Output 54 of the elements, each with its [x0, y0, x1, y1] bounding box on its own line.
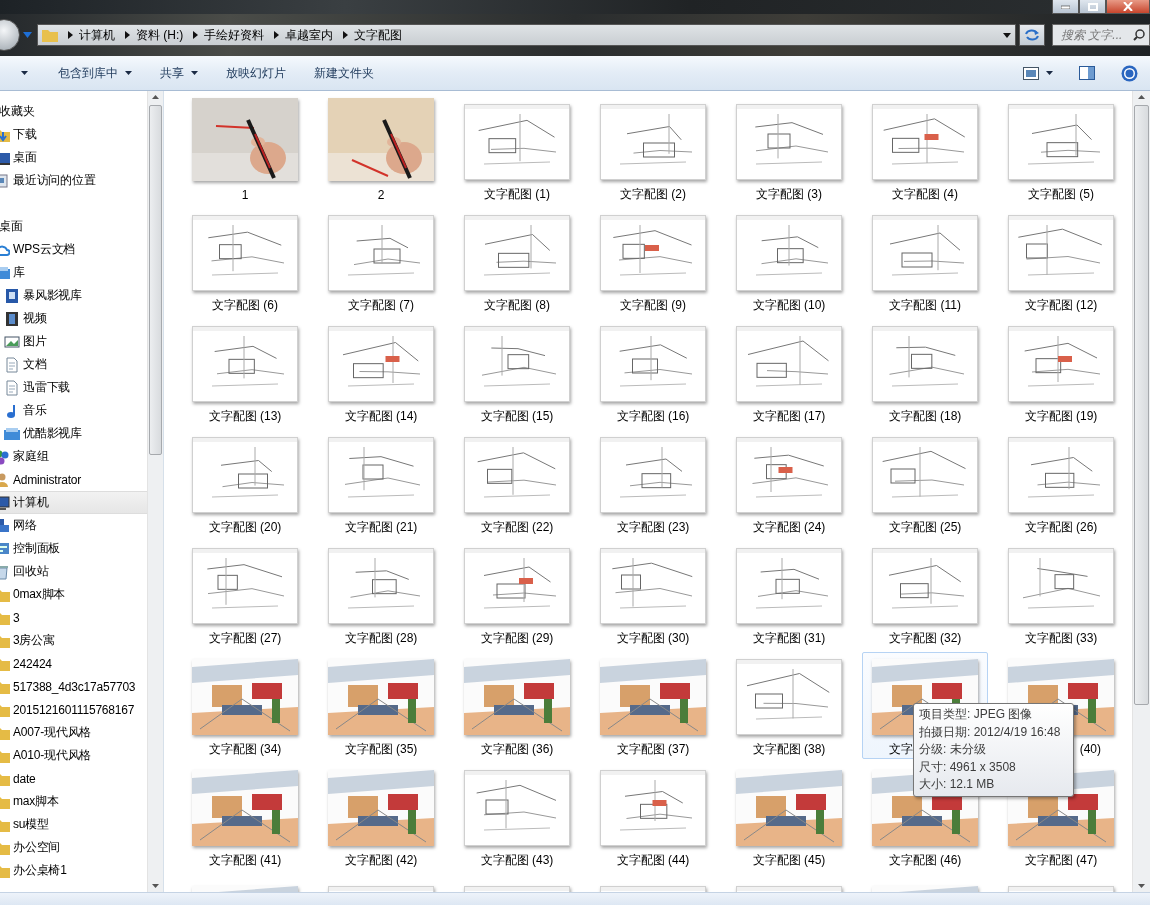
tooltip-line: 拍摄日期: 2012/4/19 16:48: [919, 723, 1062, 741]
file-name: 文字配图 (27): [208, 631, 282, 645]
file-name: 文字配图 (31): [752, 631, 826, 645]
file-name: 文字配图 (9): [620, 298, 686, 312]
file-name: 文字配图 (28): [344, 631, 418, 645]
file-name: 2: [377, 188, 385, 202]
file-name: 文字配图 (42): [344, 853, 418, 867]
file-name: 文字配图 (45): [752, 853, 826, 867]
file-name: 文字配图 (11): [889, 298, 961, 312]
file-name: 文字配图 (32): [888, 631, 962, 645]
tooltip-line: 分级: 未分级: [919, 741, 987, 758]
file-name: 文字配图 (41): [208, 853, 282, 867]
file-name: 文字配图 (8): [484, 298, 550, 312]
file-name: 文字配图 (47): [1024, 853, 1098, 867]
file-name: 文字配图 (1): [484, 187, 550, 201]
file-name: 文字配图 (33): [1024, 631, 1098, 645]
file-name: 文字配图 (14): [344, 409, 418, 423]
file-name: 文字配图 (12): [1024, 298, 1098, 312]
file-name: 文字配图 (24): [752, 520, 826, 534]
file-name: 文字配图 (3): [756, 187, 822, 201]
file-name: 文字配图 (13): [208, 409, 282, 423]
file-name: 文字配图 (37): [616, 742, 690, 756]
file-name: 文字配图 (10): [752, 298, 826, 312]
file-name: 文字配图 (21): [344, 520, 418, 534]
file-name: 文字配图 (25): [888, 520, 962, 534]
file-name: 文字配图 (6): [212, 298, 278, 312]
file-name: 文字配图 (36): [480, 742, 554, 756]
file-name: 文字配图 (5): [1028, 187, 1094, 201]
tooltip-line: 项目类型: JPEG 图像: [919, 706, 1034, 723]
file-name: 文字配图 (26): [1024, 520, 1098, 534]
tooltip-line: 尺寸: 4961 x 3508: [919, 758, 1017, 776]
file-name: 文字配图 (20): [208, 520, 282, 534]
file-name: 文字配图 (16): [616, 409, 690, 423]
file-name: 文字配图 (2): [620, 187, 686, 201]
file-name: 文字: [889, 742, 913, 756]
file-name: 1: [241, 188, 249, 202]
file-name: 文字配图 (7): [348, 298, 414, 312]
file-name: 文字配图 (30): [616, 631, 690, 645]
file-name: 文字配图 (38): [752, 742, 826, 756]
file-name: 文字配图 (22): [480, 520, 554, 534]
file-name: 文字配图 (4): [892, 187, 958, 201]
file-name: 文字配图 (18): [888, 409, 962, 423]
file-name: 文字配图 (43): [480, 853, 554, 867]
file-name: 文字配图 (15): [480, 409, 554, 423]
tooltip-line: 大小: 12.1 MB: [919, 776, 996, 793]
file-name: (40): [1079, 742, 1101, 756]
file-name: 文字配图 (19): [1024, 409, 1098, 423]
file-name: 文字配图 (23): [616, 520, 690, 534]
file-name: 文字配图 (34): [208, 742, 282, 756]
file-name: 文字配图 (44): [616, 853, 690, 867]
file-name: 文字配图 (17): [752, 409, 826, 423]
file-name: 文字配图 (35): [344, 742, 418, 756]
file-name: 文字配图 (46): [888, 853, 962, 867]
file-name: 文字配图 (29): [480, 631, 554, 645]
